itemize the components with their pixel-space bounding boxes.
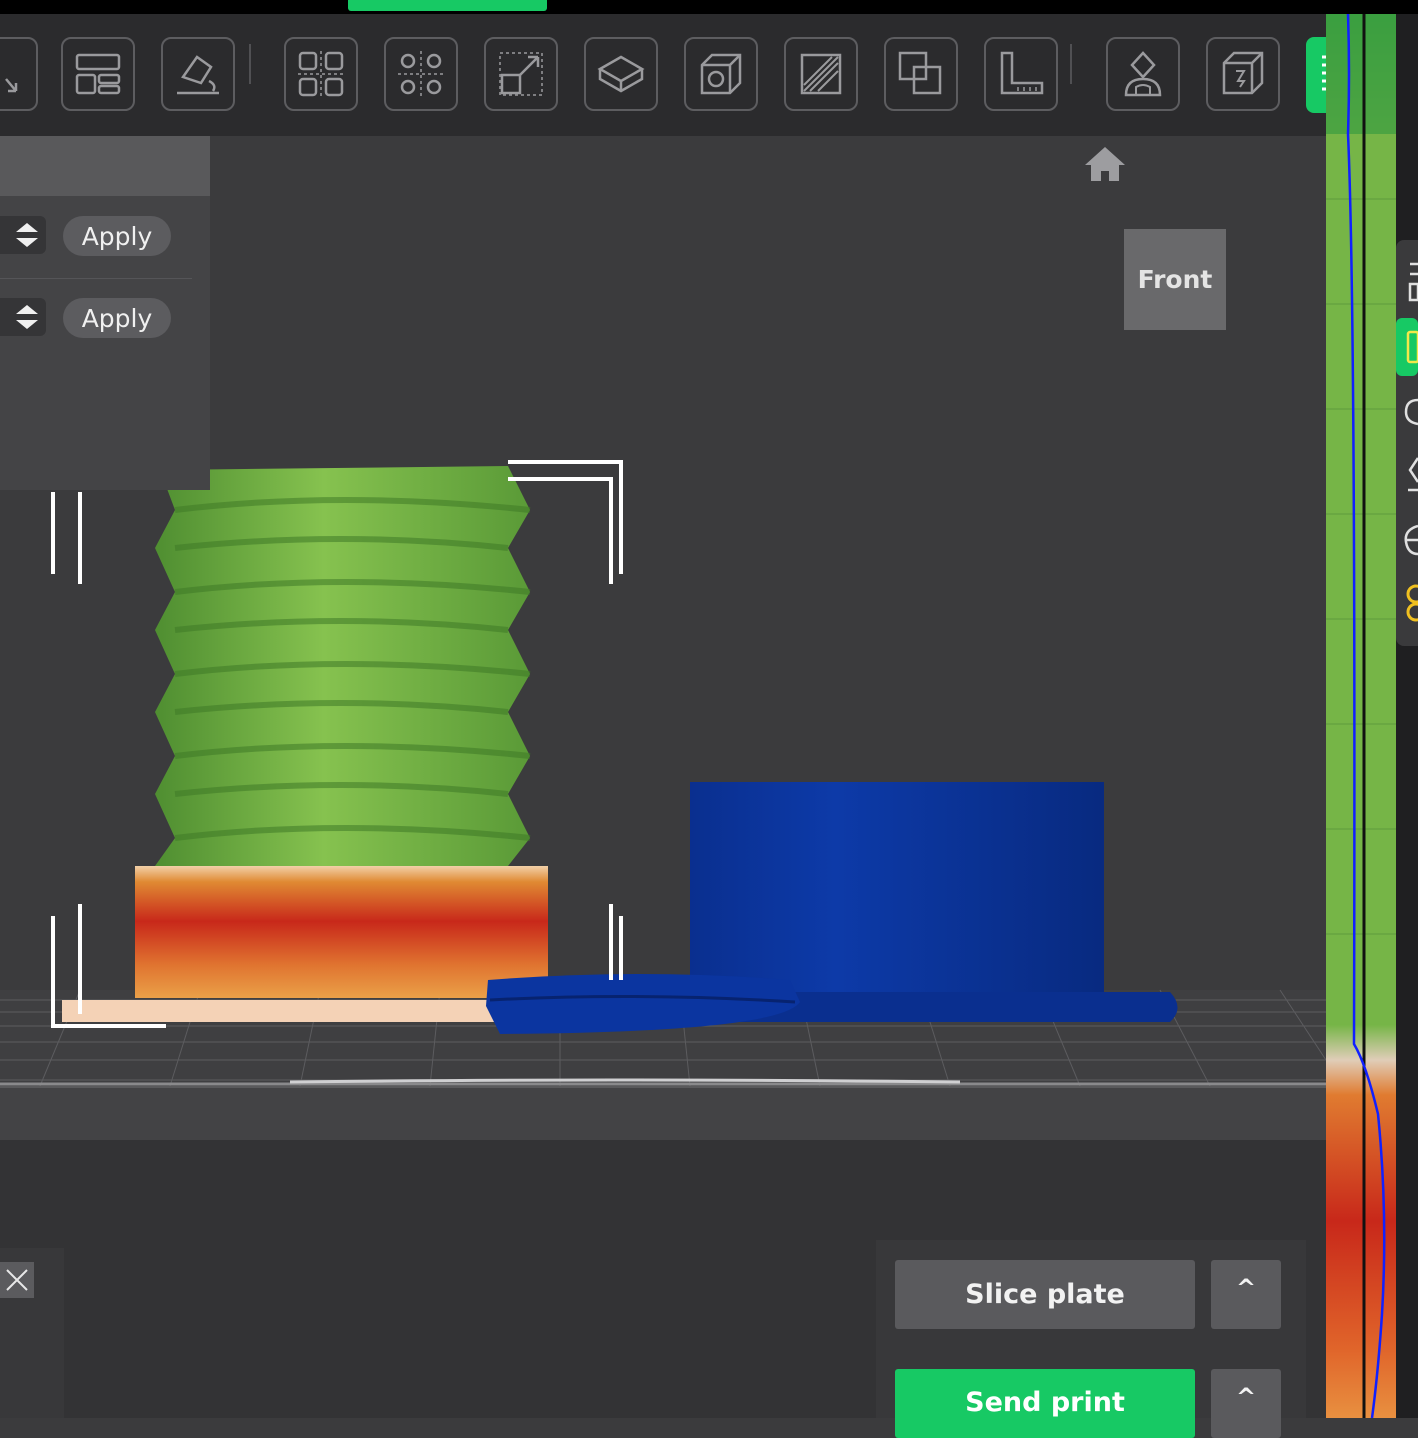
view-cube-front[interactable]: Front (1124, 229, 1226, 330)
arrange-icon (75, 53, 121, 95)
split-objects-button[interactable] (284, 37, 358, 111)
toolbar-separator (1070, 44, 1072, 84)
seam-paint-icon (800, 53, 842, 95)
main-toolbar: TO (0, 14, 1326, 136)
split-parts-button[interactable] (384, 37, 458, 111)
layer-height-graph (1326, 13, 1396, 1419)
active-tab-indicator (348, 0, 547, 11)
print-options-dropdown[interactable]: ^ (1211, 1369, 1281, 1438)
boolean-icon (898, 51, 942, 95)
assembly-icon (1124, 51, 1162, 97)
support-paint-button[interactable] (584, 37, 658, 111)
text-emboss-button[interactable] (1206, 37, 1280, 111)
layer-slider[interactable] (1326, 13, 1418, 1419)
apply-button[interactable]: Apply (63, 216, 171, 256)
panel-divider (0, 278, 192, 279)
arrange-button[interactable] (61, 37, 135, 111)
lay-on-face-icon (177, 55, 219, 95)
measure-button[interactable] (984, 37, 1058, 111)
send-print-button[interactable]: Send print (895, 1369, 1195, 1438)
auto-orient-icon (5, 78, 18, 93)
panel-header (0, 136, 210, 196)
support-paint-icon (597, 55, 645, 93)
scale-button[interactable] (484, 37, 558, 111)
split-parts-icon (398, 51, 444, 97)
scene (0, 460, 1326, 1087)
slice-plate-button[interactable]: Slice plate (895, 1260, 1195, 1329)
assembly-button[interactable] (1106, 37, 1180, 111)
apply-button[interactable]: Apply (63, 298, 171, 338)
scale-icon (499, 52, 543, 96)
brim-left (62, 1000, 500, 1022)
cut-button[interactable] (684, 37, 758, 111)
boolean-button[interactable] (884, 37, 958, 111)
model-cap-blue (486, 782, 1178, 1034)
home-icon[interactable] (1083, 145, 1127, 183)
lay-on-face-button[interactable] (161, 37, 235, 111)
spinner-arrows-icon (16, 223, 38, 247)
vertical-toolbar-icons (1396, 262, 1418, 622)
cut-icon (700, 53, 742, 95)
top-strip (0, 0, 1418, 14)
split-objects-icon (298, 51, 344, 97)
object-settings-panel: Apply Apply (0, 136, 210, 490)
close-notification-button[interactable] (0, 1262, 34, 1298)
text-emboss-icon (1222, 51, 1264, 95)
model-thread-green (155, 466, 531, 866)
close-icon (6, 1269, 28, 1291)
vertical-toolbar (1396, 240, 1418, 646)
value-spinner[interactable] (0, 298, 46, 336)
spinner-arrows-icon (16, 305, 38, 329)
value-spinner[interactable] (0, 216, 46, 254)
seam-paint-button[interactable] (784, 37, 858, 111)
model-base-red (135, 866, 548, 998)
measure-icon (1000, 51, 1044, 95)
slice-options-dropdown[interactable]: ^ (1211, 1260, 1281, 1329)
auto-orient-button[interactable] (0, 37, 38, 111)
toolbar-separator (249, 44, 251, 84)
